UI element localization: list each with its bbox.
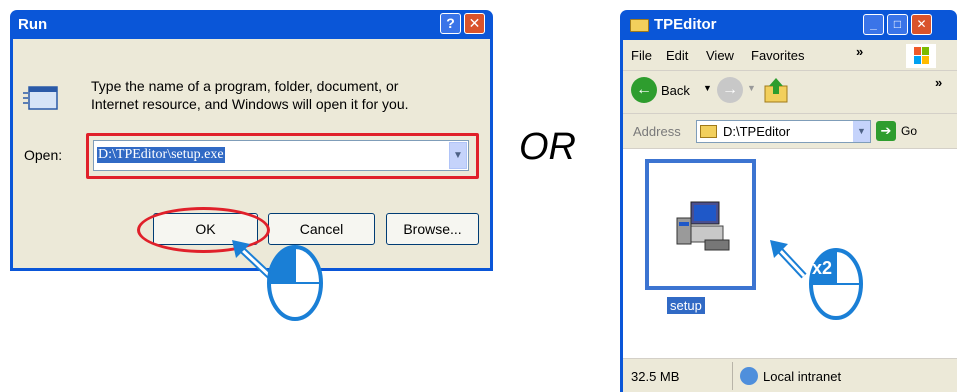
status-divider bbox=[732, 362, 733, 390]
globe-icon bbox=[740, 367, 758, 385]
menu-edit[interactable]: Edit bbox=[666, 48, 688, 63]
open-input-value[interactable]: D:\TPEditor\setup.exe bbox=[97, 147, 225, 163]
explorer-title: TPEditor bbox=[654, 16, 717, 33]
explorer-window: TPEditor _ □ ✕ File Edit View Favorites … bbox=[620, 10, 957, 392]
run-body: Type the name of a program, folder, docu… bbox=[13, 39, 490, 268]
run-icon bbox=[23, 86, 58, 110]
go-button-label[interactable]: Go bbox=[901, 124, 917, 138]
address-value[interactable]: D:\TPEditor bbox=[723, 124, 790, 139]
go-arrow-icon[interactable]: ➔ bbox=[876, 121, 896, 141]
run-description: Type the name of a program, folder, docu… bbox=[91, 78, 409, 112]
toolbar-overflow[interactable]: » bbox=[935, 75, 942, 90]
folder-icon bbox=[700, 125, 717, 138]
run-dialog: Run ? ✕ Type the name of a program, fold… bbox=[10, 10, 493, 271]
up-folder-icon[interactable] bbox=[763, 76, 789, 104]
address-label: Address bbox=[633, 124, 681, 139]
address-bar: Address D:\TPEditor ▼ ➔ Go bbox=[623, 114, 957, 149]
maximize-button[interactable]: □ bbox=[887, 14, 908, 35]
toolbar: ← Back ▼ → ▼ » bbox=[623, 71, 957, 114]
chevron-down-icon[interactable]: ▼ bbox=[449, 142, 467, 169]
folder-icon bbox=[630, 19, 649, 32]
file-label-setup[interactable]: setup bbox=[667, 297, 705, 314]
explorer-title-bar: TPEditor _ □ ✕ bbox=[623, 10, 957, 40]
menu-file[interactable]: File bbox=[631, 48, 652, 63]
pointer-arrow-icon bbox=[770, 240, 807, 279]
cancel-button[interactable]: Cancel bbox=[268, 213, 375, 245]
browse-button[interactable]: Browse... bbox=[386, 213, 479, 245]
status-bar: 32.5 MB Local intranet bbox=[623, 358, 957, 392]
setup-program-icon[interactable] bbox=[675, 196, 733, 254]
explorer-body: File Edit View Favorites » ← Back ▼ → ▼ … bbox=[623, 40, 957, 392]
help-button[interactable]: ? bbox=[440, 13, 461, 34]
menu-favorites[interactable]: Favorites bbox=[751, 48, 804, 63]
run-title-bar: Run ? ✕ bbox=[13, 10, 490, 39]
status-zone: Local intranet bbox=[763, 369, 842, 384]
chevron-down-icon[interactable]: ▼ bbox=[853, 121, 870, 142]
address-input[interactable]: D:\TPEditor ▼ bbox=[696, 120, 871, 143]
mouse-click-icon bbox=[267, 245, 323, 321]
close-button[interactable]: ✕ bbox=[464, 13, 485, 34]
open-label: Open: bbox=[24, 147, 63, 163]
menu-view[interactable]: View bbox=[706, 48, 734, 63]
back-arrow-icon[interactable]: ← bbox=[631, 77, 657, 103]
menu-overflow[interactable]: » bbox=[856, 44, 863, 59]
open-combobox[interactable]: D:\TPEditor\setup.exe ▼ bbox=[93, 140, 469, 171]
back-button-label[interactable]: Back bbox=[661, 83, 690, 98]
run-title: Run bbox=[18, 16, 48, 33]
double-click-badge: x2 bbox=[812, 258, 833, 278]
menu-bar: File Edit View Favorites » bbox=[623, 40, 957, 71]
status-size: 32.5 MB bbox=[631, 369, 680, 384]
window-close-button[interactable]: ✕ bbox=[911, 14, 932, 35]
forward-arrow-icon[interactable]: → bbox=[717, 77, 743, 103]
minimize-button[interactable]: _ bbox=[863, 14, 884, 35]
or-separator: OR bbox=[519, 126, 576, 168]
windows-logo-icon bbox=[906, 44, 936, 68]
back-dropdown-icon[interactable]: ▼ bbox=[703, 83, 712, 93]
forward-dropdown-icon[interactable]: ▼ bbox=[747, 83, 756, 93]
